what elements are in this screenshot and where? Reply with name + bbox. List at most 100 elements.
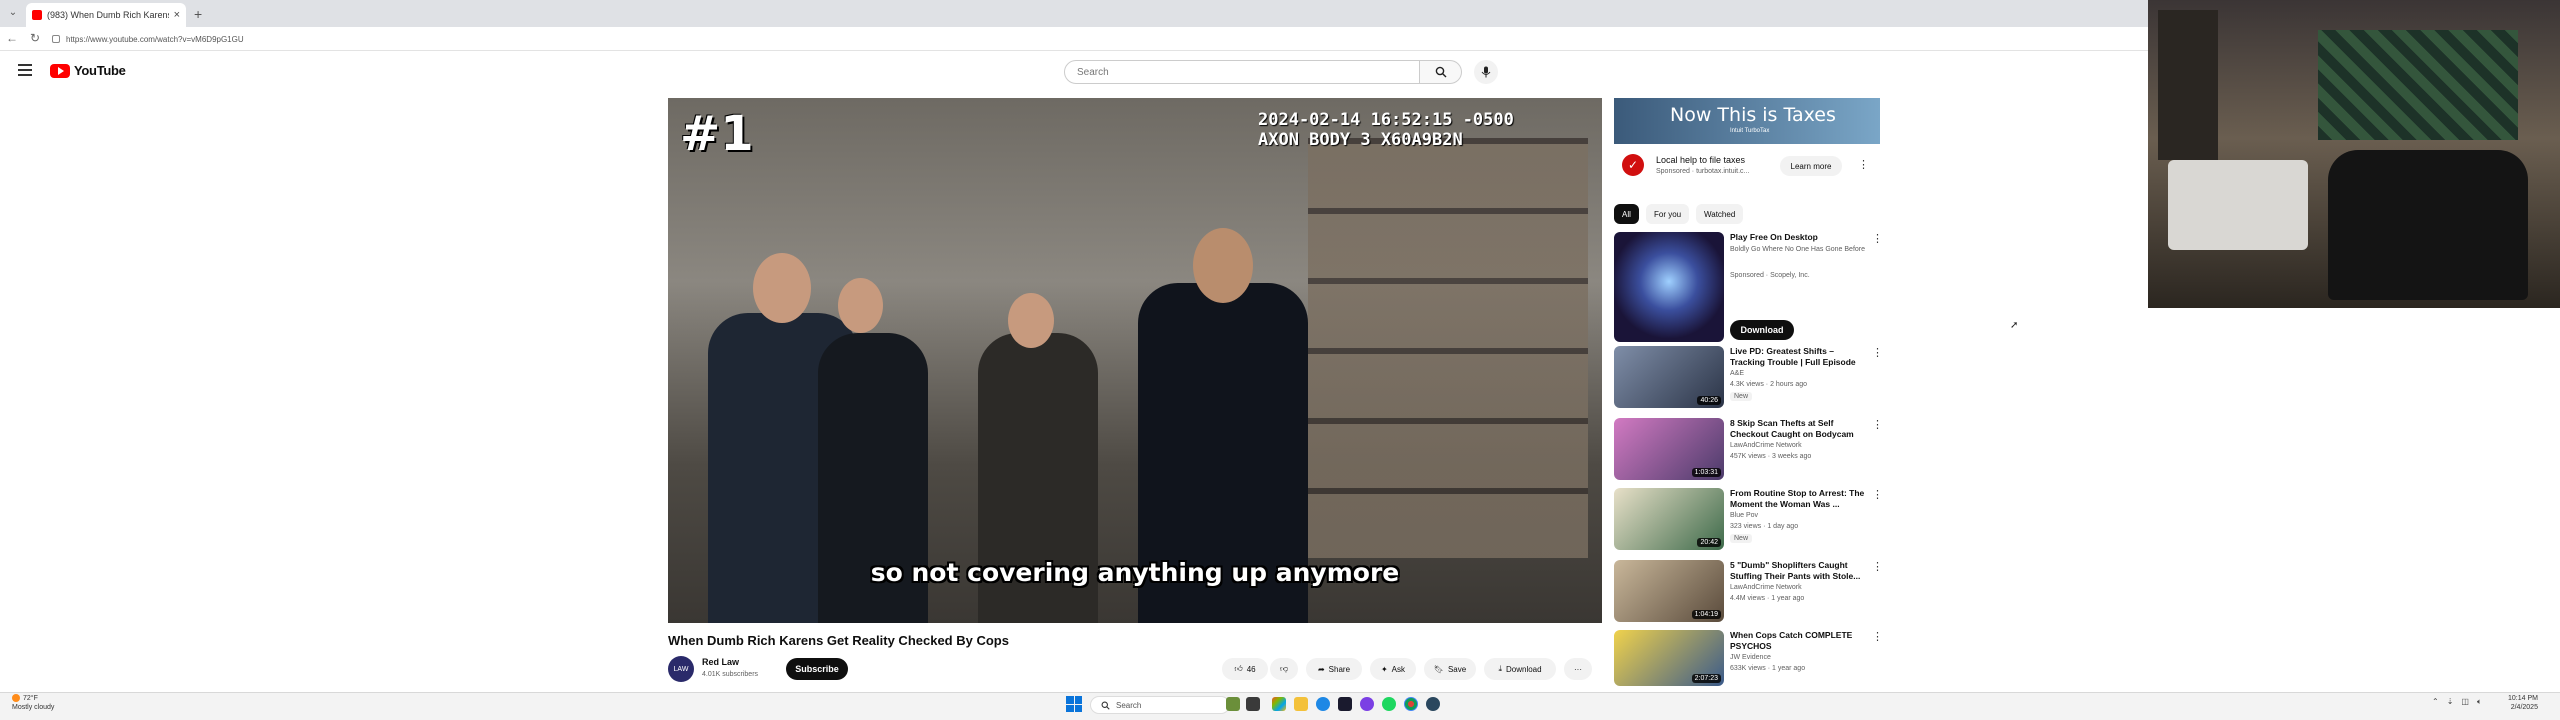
video-duration: 2:07:23 [1691,674,1721,683]
learn-more-button[interactable]: Learn more [1780,156,1842,176]
recommendation-thumbnail[interactable] [1614,232,1724,342]
task-view-icon[interactable] [1246,697,1260,711]
new-badge: New [1730,392,1753,401]
system-tray[interactable]: ⌃ ⇣ ◫ 🔈︎ [2432,697,2482,707]
download-icon: ⤓ [1498,664,1502,673]
chip-watched[interactable]: Watched [1696,204,1744,224]
channel-avatar[interactable]: LAW [668,656,694,682]
share-button[interactable]: ➦ Share [1306,658,1362,680]
recommendation-more-icon[interactable]: ⋮ [1872,346,1883,359]
browser-tab-active[interactable]: (983) When Dumb Rich Karens × [26,3,186,27]
webcam-chair [2328,150,2528,300]
ad-checkmark-logo-icon: ✓ [1622,154,1644,176]
channel-name[interactable]: Red Law [702,657,739,667]
tab-title: (983) When Dumb Rich Karens [47,10,169,20]
recommendation-meta: 323 views · 1 day ago [1730,523,1799,530]
url-field[interactable]: https://www.youtube.com/watch?v=vM6D9pG1… [52,30,652,48]
recommendation-thumbnail[interactable]: 1:04:19 [1614,560,1724,622]
recommendation-item[interactable]: 2:07:23 When Cops Catch COMPLETE PSYCHOS… [1614,630,1884,686]
ad-title[interactable]: Local help to file taxes [1656,155,1745,165]
webcam-bed [2168,160,2308,250]
ad-more-icon[interactable]: ⋮ [1858,158,1869,171]
video-player[interactable]: #1 2024-02-14 16:52:15 -0500 AXON BODY 3… [668,98,1602,623]
browser-tab-strip [0,0,2148,27]
recommendation-meta: Sponsored · Scopely, Inc. [1730,272,1810,279]
recommendation-more-icon[interactable]: ⋮ [1872,560,1883,573]
new-tab-button[interactable]: + [194,6,202,22]
youtube-logo[interactable]: YouTube [50,63,126,78]
volume-icon[interactable]: 🔈︎ [2477,697,2482,707]
ask-button[interactable]: ✦ Ask [1370,658,1416,680]
video-duration: 20:42 [1697,538,1721,547]
recommendation-thumbnail[interactable]: 1:03:31 [1614,418,1724,480]
download-button[interactable]: ⤓ Download [1484,658,1556,680]
ad-download-button[interactable]: Download [1730,320,1794,340]
clock-time: 10:14 PM [2508,695,2538,702]
edge-browser-icon[interactable] [1316,697,1330,711]
recommendation-more-icon[interactable]: ⋮ [1872,630,1883,643]
video-person-head [753,253,811,323]
taskbar-search-box[interactable]: Search [1090,696,1230,714]
recommendation-item[interactable]: 20:42 From Routine Stop to Arrest: The M… [1614,488,1884,554]
search-button[interactable] [1420,60,1462,84]
recommendation-thumbnail[interactable]: 20:42 [1614,488,1724,550]
back-button[interactable]: ← [6,31,18,45]
more-actions-button[interactable]: ··· [1564,658,1592,680]
tab-close-icon[interactable]: × [174,9,180,21]
recommendation-thumbnail[interactable]: 40:26 [1614,346,1724,408]
recommendation-thumbnail[interactable]: 2:07:23 [1614,630,1724,686]
share-icon: ➦ [1317,664,1325,674]
recommendation-item[interactable]: 1:04:19 5 "Dumb" Shoplifters Caught Stuf… [1614,560,1884,626]
menu-hamburger-icon[interactable] [18,64,32,76]
ad-meta: Sponsored · turbotax.intuit.c... [1656,168,1750,175]
save-button[interactable]: 🔖︎ Save [1424,658,1476,680]
search-input[interactable]: Search [1064,60,1420,84]
bodycam-device-line: AXON BODY 3 X60A9B2N [1258,130,1463,150]
recommendation-more-icon[interactable]: ⋮ [1872,488,1883,501]
recommendation-more-icon[interactable]: ⋮ [1872,232,1883,245]
copilot-icon[interactable] [1272,697,1286,711]
recommendation-title[interactable]: When Cops Catch COMPLETE PSYCHOS [1730,630,1868,652]
taskbar-clock[interactable]: 10:14 PM 2/4/2025 [2508,694,2538,712]
video-duration: 1:04:19 [1691,610,1721,619]
recommendation-channel: A&E [1730,370,1745,377]
recommendation-item[interactable]: 40:26 Live PD: Greatest Shifts – Trackin… [1614,346,1884,412]
video-officer-head [1008,293,1054,348]
recommendation-title[interactable]: From Routine Stop to Arrest: The Moment … [1730,488,1868,510]
windows-start-icon[interactable] [1066,696,1082,712]
steam-icon[interactable] [1426,697,1440,711]
recommendation-title[interactable]: 5 "Dumb" Shoplifters Caught Stuffing The… [1730,560,1868,582]
terminal-icon[interactable] [1338,697,1352,711]
chip-for-you[interactable]: For you [1646,204,1690,224]
recommendation-channel: Boldly Go Where No One Has Gone Before [1730,246,1866,253]
recommendation-more-icon[interactable]: ⋮ [1872,418,1883,431]
ad-banner-text: Now This is Taxes [1670,104,1836,126]
download-label: Download [1505,664,1542,674]
bodycam-timestamp-line: 2024-02-14 16:52:15 -0500 [1258,110,1514,130]
spotify-icon[interactable] [1382,697,1396,711]
weather-widget[interactable]: 72°F Mostly cloudy [12,694,54,712]
share-label: Share [1328,664,1351,674]
app-icon[interactable] [1360,697,1374,711]
file-explorer-icon[interactable] [1294,697,1308,711]
like-count: 46 [1246,664,1256,674]
network-icon[interactable]: ◫ [2461,697,2469,707]
usb-icon[interactable]: ⇣ [2447,697,2454,707]
chrome-icon[interactable] [1404,697,1418,711]
recommendation-title[interactable]: 8 Skip Scan Thefts at Self Checkout Caug… [1730,418,1868,440]
site-info-icon[interactable] [52,35,60,43]
recommendation-item[interactable]: 1:03:31 8 Skip Scan Thefts at Self Check… [1614,418,1884,484]
chip-all[interactable]: All [1614,204,1639,224]
recommendation-title[interactable]: Play Free On Desktop [1730,232,1868,243]
ad-banner-brand: Intuit TurboTax [1730,128,1770,134]
tray-chevron-icon[interactable]: ⌃ [2432,697,2439,707]
dislike-button[interactable]: 👎︎ [1270,658,1298,680]
like-button[interactable]: 👍︎ 46 [1222,658,1268,680]
ad-banner[interactable]: Now This is Taxes Intuit TurboTax [1614,98,1880,144]
voice-search-button[interactable] [1474,60,1498,84]
reload-button[interactable]: ↻ [30,31,40,45]
tab-search-chevron-icon[interactable]: ⌄ [6,7,20,21]
widgets-icon[interactable] [1226,697,1240,711]
subscribe-button[interactable]: Subscribe [786,658,848,680]
recommendation-title[interactable]: Live PD: Greatest Shifts – Tracking Trou… [1730,346,1868,368]
